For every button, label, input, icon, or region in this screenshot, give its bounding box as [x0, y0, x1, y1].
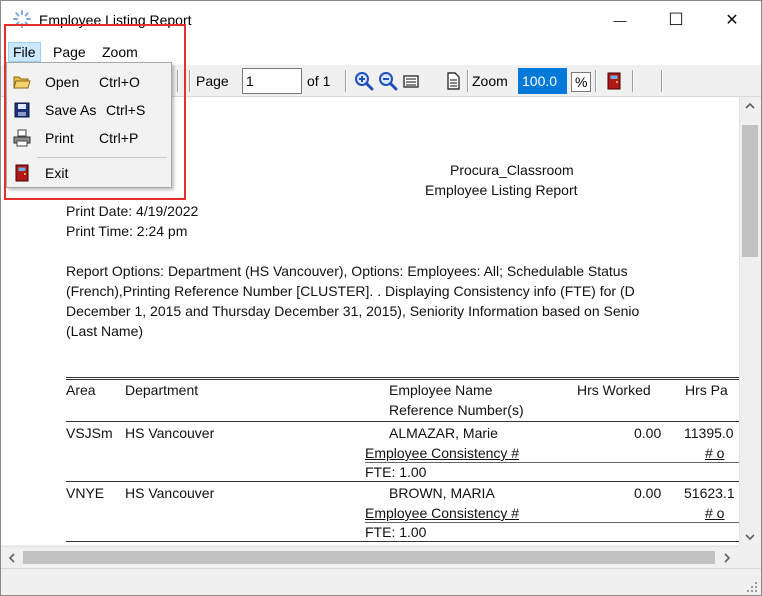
scroll-left-button[interactable]: [3, 549, 20, 566]
header-top-rule: [66, 377, 739, 378]
page-number-input[interactable]: [242, 68, 302, 94]
chevron-up-icon: [745, 102, 755, 109]
toolbar-separator: [467, 70, 469, 92]
minimize-button[interactable]: —: [597, 1, 643, 39]
col-header-area: Area: [66, 382, 96, 398]
row-rule: [66, 541, 739, 542]
exit-door-icon[interactable]: [604, 71, 624, 91]
row-hrs-paid: 51623.1: [684, 485, 735, 501]
row-consistency-value: # o: [705, 505, 725, 521]
whole-page-icon[interactable]: [443, 71, 463, 91]
col-header-reference: Reference Number(s): [389, 402, 524, 418]
percent-label: %: [571, 72, 592, 92]
toolbar-separator: [189, 70, 191, 92]
horizontal-scroll-thumb[interactable]: [23, 551, 715, 564]
row-hrs-paid: 11395.0: [684, 425, 734, 441]
row-consistency-label: Employee Consistency #: [365, 445, 520, 461]
header-bottom-rule: [66, 421, 739, 422]
report-org: Procura_Classroom: [450, 162, 574, 178]
row-department: HS Vancouver: [125, 485, 215, 501]
horizontal-scrollbar[interactable]: [1, 546, 739, 567]
toolbar-separator: [661, 70, 663, 92]
col-header-department: Department: [125, 382, 199, 398]
vertical-scrollbar[interactable]: [739, 97, 759, 545]
header-top-rule: [66, 379, 739, 380]
row-rule: [365, 522, 739, 523]
maximize-button[interactable]: ☐: [653, 1, 699, 39]
chevron-down-icon: [745, 533, 755, 540]
row-consistency-label: Employee Consistency #: [365, 505, 520, 521]
row-employee-name: ALMAZAR, Marie: [389, 425, 498, 441]
page-width-icon[interactable]: [401, 71, 421, 91]
print-date: Print Date: 4/19/2022: [66, 203, 199, 219]
scrollbar-corner: [739, 546, 759, 567]
row-fte: FTE: 1.00: [365, 464, 427, 480]
row-rule: [365, 462, 739, 463]
chevron-left-icon: [8, 552, 15, 563]
row-department: HS Vancouver: [125, 425, 215, 441]
scroll-down-button[interactable]: [740, 528, 760, 545]
report-options-line: (French),Printing Reference Number [CLUS…: [66, 283, 635, 299]
row-rule: [66, 481, 739, 482]
status-bar: [1, 568, 761, 595]
close-button[interactable]: ✕: [709, 1, 755, 39]
page-label: Page: [196, 73, 229, 89]
col-header-hrs-paid: Hrs Pa: [685, 382, 728, 398]
zoom-in-icon[interactable]: [354, 71, 374, 91]
col-header-employee-name: Employee Name: [389, 382, 493, 398]
resize-grip-icon[interactable]: [747, 582, 757, 592]
report-window: Employee Listing Report — ☐ ✕ File Page …: [0, 0, 762, 596]
page-count-label: of 1: [307, 73, 331, 89]
row-consistency-value: # o: [705, 445, 725, 461]
scroll-up-button[interactable]: [740, 97, 760, 114]
row-hrs-worked: 0.00: [634, 485, 662, 501]
report-options-line: December 1, 2015 and Thursday December 3…: [66, 303, 640, 319]
col-header-hrs-worked: Hrs Worked: [577, 382, 651, 398]
row-fte: FTE: 1.00: [365, 524, 427, 540]
row-area: VSJSm: [66, 425, 113, 441]
close-icon: ✕: [725, 12, 739, 29]
minimize-icon: —: [613, 12, 627, 28]
highlight-annotation: [4, 24, 186, 200]
row-hrs-worked: 0.00: [634, 425, 662, 441]
report-options-line: Report Options: Department (HS Vancouver…: [66, 263, 628, 279]
vertical-scroll-thumb[interactable]: [742, 125, 758, 257]
zoom-label: Zoom: [472, 73, 508, 89]
report-title: Employee Listing Report: [425, 182, 578, 198]
maximize-icon: ☐: [668, 10, 684, 29]
zoom-input[interactable]: [518, 68, 567, 94]
zoom-out-icon[interactable]: [378, 71, 398, 91]
toolbar-separator: [345, 70, 347, 92]
toolbar-separator: [632, 70, 634, 92]
row-employee-name: BROWN, MARIA: [389, 485, 495, 501]
report-options-line: (Last Name): [66, 323, 144, 339]
scroll-right-button[interactable]: [718, 549, 735, 566]
row-area: VNYE: [66, 485, 105, 501]
toolbar-separator: [595, 70, 597, 92]
chevron-right-icon: [723, 552, 730, 563]
print-time: Print Time: 2:24 pm: [66, 223, 188, 239]
